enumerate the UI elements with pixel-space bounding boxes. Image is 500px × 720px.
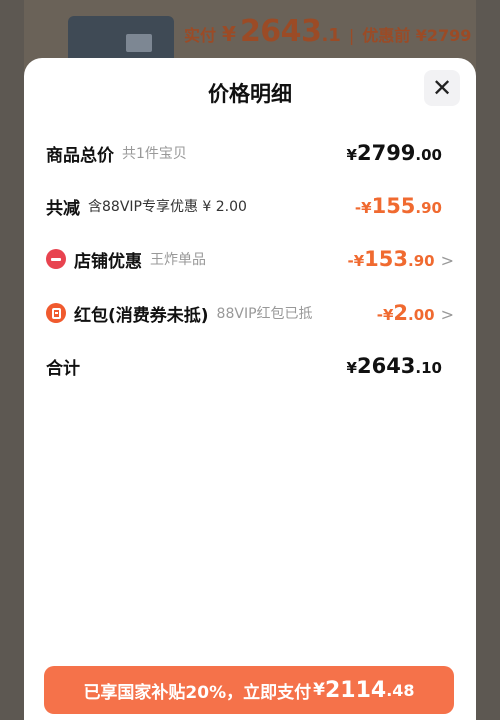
chevron-right-icon: > bbox=[440, 251, 454, 270]
discount-total-label: 共减 bbox=[46, 198, 80, 219]
amount-int: 2 bbox=[393, 301, 409, 325]
product-thumbnail bbox=[68, 16, 174, 64]
row-sum: 合计 ¥ 2643 .10 bbox=[46, 351, 454, 381]
row-total-goods: 商品总价 共1件宝贝 ¥ 2799 .00 bbox=[46, 138, 454, 168]
amount-int: 2799 bbox=[356, 141, 416, 165]
paid-amount-int: 2643 bbox=[239, 14, 322, 49]
discount-total-amount: -¥ 155 .90 bbox=[355, 194, 442, 218]
currency-symbol: ¥ bbox=[346, 146, 357, 164]
pay-amount-dec: .48 bbox=[386, 680, 415, 700]
pay-amount-int: 2114 bbox=[324, 677, 387, 703]
price-detail-sheet: 价格明细 ✕ 商品总价 共1件宝贝 ¥ 2799 .00 共减 含88VIP专享… bbox=[24, 58, 476, 720]
total-goods-count: 共1件宝贝 bbox=[122, 146, 187, 162]
sum-label: 合计 bbox=[46, 358, 80, 379]
shop-coupon-icon bbox=[46, 249, 66, 269]
amount-dec: .00 bbox=[408, 306, 435, 324]
row-shop-discount[interactable]: 店铺优惠 王炸单品 -¥ 153 .90 > bbox=[46, 244, 454, 274]
row-red-packet[interactable]: 红包(消费券未抵) 88VIP红包已抵 -¥ 2 .00 > bbox=[46, 298, 454, 328]
shop-discount-amount: -¥ 153 .90 bbox=[348, 247, 435, 271]
close-icon: ✕ bbox=[431, 74, 453, 102]
shop-discount-label: 店铺优惠 bbox=[74, 251, 142, 272]
currency-symbol: -¥ bbox=[376, 306, 394, 324]
background-price: 实付 ¥ 2643 .1 | 优惠前 ¥2799 bbox=[184, 14, 471, 54]
pay-button-text: 已享国家补贴20%，立即支付 bbox=[83, 682, 312, 703]
paid-label: 实付 bbox=[184, 26, 217, 45]
amount-dec: .90 bbox=[415, 199, 442, 217]
discount-total-note: 含88VIP专享优惠 ¥ 2.00 bbox=[88, 199, 247, 215]
amount-int: 155 bbox=[371, 194, 416, 218]
currency-symbol: -¥ bbox=[347, 252, 365, 270]
amount-dec: .90 bbox=[408, 252, 435, 270]
amount-dec: .00 bbox=[415, 146, 442, 164]
pay-now-button[interactable]: 已享国家补贴20%，立即支付 ¥ 2114 .48 bbox=[44, 666, 454, 714]
original-price: 优惠前 ¥2799 bbox=[362, 26, 472, 45]
currency-symbol: ¥ bbox=[346, 359, 357, 377]
sheet-title: 价格明细 bbox=[208, 82, 292, 106]
paid-currency: ¥ bbox=[222, 22, 236, 46]
close-button[interactable]: ✕ bbox=[424, 70, 460, 106]
currency-symbol: -¥ bbox=[354, 199, 372, 217]
total-goods-label: 商品总价 bbox=[46, 145, 114, 166]
chevron-right-icon: > bbox=[440, 305, 454, 324]
amount-dec: .10 bbox=[415, 359, 442, 377]
red-packet-amount: -¥ 2 .00 bbox=[377, 301, 435, 325]
row-discount-total: 共减 含88VIP专享优惠 ¥ 2.00 -¥ 155 .90 bbox=[46, 191, 454, 221]
price-separator: | bbox=[348, 26, 355, 45]
red-packet-note: 88VIP红包已抵 bbox=[216, 306, 313, 322]
amount-int: 2643 bbox=[356, 354, 416, 378]
red-packet-icon bbox=[46, 303, 66, 323]
shop-discount-note: 王炸单品 bbox=[150, 252, 206, 268]
total-goods-amount: ¥ 2799 .00 bbox=[347, 141, 442, 165]
amount-int: 153 bbox=[364, 247, 409, 271]
sum-amount: ¥ 2643 .10 bbox=[347, 354, 442, 378]
red-packet-label: 红包(消费券未抵) bbox=[74, 305, 209, 326]
pay-currency: ¥ bbox=[313, 680, 325, 700]
paid-amount-frac: .1 bbox=[321, 25, 341, 46]
